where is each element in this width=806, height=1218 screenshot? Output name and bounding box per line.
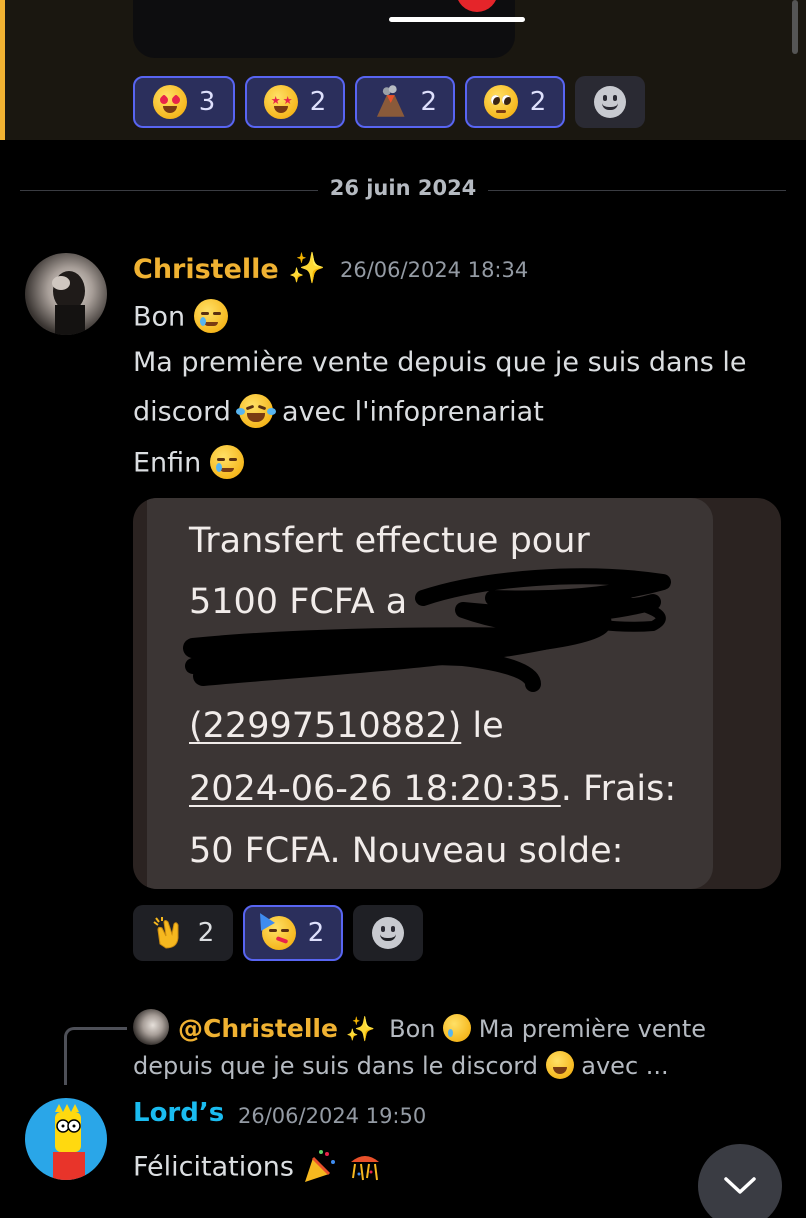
message-line: Enfin: [133, 445, 244, 481]
clapping-hands-icon: [153, 917, 179, 949]
star-struck-icon: ★ ★: [263, 85, 298, 119]
date-divider: 26 juin 2024: [329, 176, 477, 200]
reaction-pleading-face[interactable]: 2: [465, 76, 565, 128]
volcano-icon: [376, 85, 405, 117]
reaction-star-struck[interactable]: ★ ★ 2: [245, 76, 345, 128]
image-attachment[interactable]: Transfert effectue pour 5100 FCFA a C (2…: [133, 498, 781, 889]
message-line: Félicitations: [133, 1150, 383, 1186]
party-popper-icon: [304, 1150, 335, 1182]
reply-text: avec ...: [581, 1052, 669, 1080]
video-attachment[interactable]: [133, 0, 525, 58]
add-reaction-icon: [372, 917, 404, 949]
add-reaction-button[interactable]: [353, 905, 423, 961]
reaction-count: 2: [420, 87, 437, 117]
tears-of-joy-icon: [236, 394, 277, 428]
reaction-count: 2: [529, 87, 547, 117]
message-text: discord: [133, 396, 231, 428]
chevron-down-icon: [724, 1177, 756, 1194]
crying-smile-icon: [193, 299, 228, 333]
heart-eyes-icon: [152, 85, 187, 119]
message-text: Enfin: [133, 447, 202, 479]
reply-connector: [64, 1027, 127, 1085]
reply-text: depuis que je suis dans le discord: [133, 1052, 538, 1080]
message-text: Félicitations: [133, 1151, 294, 1183]
partying-face-icon: [252, 909, 296, 950]
reply-mention[interactable]: @Christelle: [178, 1014, 338, 1043]
reaction-count: 3: [198, 87, 216, 117]
reaction-partying-face[interactable]: 2: [243, 905, 343, 961]
scrollbar-thumb[interactable]: [792, 0, 798, 54]
mention-highlight-bar: [0, 0, 5, 140]
redaction-scribble: [183, 568, 671, 692]
message-text: avec l'infoprenariat: [282, 396, 544, 428]
sparkles-icon: ✨: [345, 1015, 376, 1043]
tears-of-joy-icon: [545, 1051, 574, 1079]
avatar-christelle[interactable]: [25, 253, 107, 335]
reaction-count: 2: [197, 918, 215, 948]
reaction-volcano[interactable]: 2: [355, 76, 455, 128]
reaction-count: 2: [307, 918, 325, 948]
reply-avatar: [133, 1009, 169, 1045]
add-reaction-icon: [594, 86, 626, 118]
reaction-count: 2: [309, 87, 327, 117]
video-progress-bar[interactable]: [389, 17, 525, 22]
top-reactions-row: 3 ★ ★ 2 2 2: [133, 76, 645, 128]
reply-text: Ma première vente: [478, 1015, 707, 1043]
reply-preview-line2[interactable]: depuis que je suis dans le discord avec …: [133, 1051, 669, 1081]
crying-smile-icon: [443, 1014, 472, 1042]
message-reactions-row: 2 2: [133, 905, 423, 961]
message-text: Bon: [133, 301, 186, 333]
username-lords[interactable]: Lord’s: [133, 1098, 224, 1128]
username-text: Christelle: [133, 254, 279, 285]
message-timestamp: 26/06/2024 18:34: [340, 258, 529, 282]
crying-smile-icon: [209, 445, 244, 479]
message-line: Bon: [133, 299, 228, 335]
pleading-face-icon: [483, 85, 518, 119]
message-line: Ma première vente depuis que je suis dan…: [133, 347, 747, 378]
message-line: discord avec l'infoprenariat: [133, 394, 544, 430]
message-timestamp: 26/06/2024 19:50: [238, 1104, 427, 1128]
jump-to-bottom-button[interactable]: [698, 1144, 782, 1218]
reply-text: Bon: [389, 1015, 436, 1043]
add-reaction-button[interactable]: [575, 76, 645, 128]
confetti-ball-icon: [351, 1156, 380, 1181]
reply-preview-line1[interactable]: @Christelle ✨ Bon Ma première vente: [178, 1014, 706, 1044]
reaction-heart-eyes[interactable]: 3: [133, 76, 235, 128]
reaction-clapping-hands[interactable]: 2: [133, 905, 233, 961]
sparkles-icon: ✨: [288, 251, 326, 286]
chat-view: 3 ★ ★ 2 2 2 26 juin 2024 Christelle ✨ 26…: [0, 0, 806, 1218]
username-christelle[interactable]: Christelle ✨: [133, 251, 325, 286]
avatar-lords[interactable]: [25, 1098, 107, 1180]
